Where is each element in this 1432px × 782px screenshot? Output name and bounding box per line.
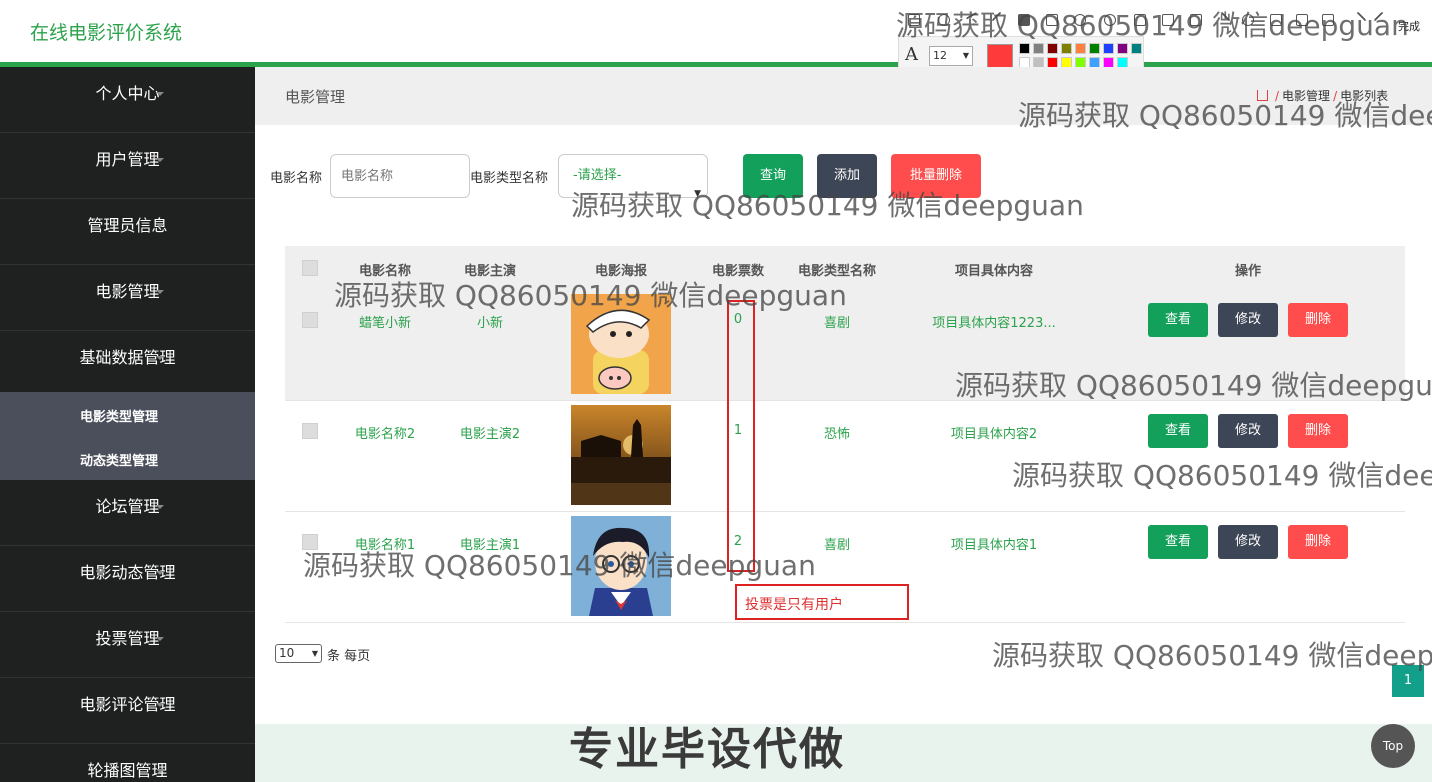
watermark: 源码获取 QQ86050149 微信deepguan [1018, 99, 1432, 132]
per-page-label: 条 每页 [327, 649, 371, 664]
watermark: 源码获取 QQ86050149 微信deepguan [334, 279, 847, 312]
sidebar-item-movie-news[interactable]: 电影动态管理 [0, 546, 255, 612]
sidebar: 个人中心 用户管理 管理员信息 电影管理 基础数据管理 电影类型管理 动态类型管… [0, 67, 255, 782]
sidebar-subitem-movie-types[interactable]: 电影类型管理 [80, 406, 158, 425]
chevron-down-icon [156, 290, 164, 294]
watermark: 源码获取 QQ86050149 微信deepguan [896, 9, 1409, 42]
annotation-text: 投票是只有用户 [745, 597, 843, 613]
color-swatch[interactable] [1075, 43, 1086, 54]
sidebar-item-movies[interactable]: 电影管理 [0, 265, 255, 331]
page-title: 电影管理 [285, 88, 346, 106]
footer-banner: 专业毕设代做 [569, 724, 845, 775]
row-checkbox[interactable] [302, 423, 318, 439]
movie-name-input[interactable] [330, 154, 470, 198]
back-to-top-button[interactable]: Top [1371, 724, 1415, 768]
sidebar-item-comments[interactable]: 电影评论管理 [0, 678, 255, 744]
color-swatch[interactable] [1047, 43, 1058, 54]
sidebar-item-profile[interactable]: 个人中心 [0, 67, 255, 133]
app-title: 在线电影评价系统 [30, 22, 183, 44]
chevron-down-icon [156, 505, 164, 509]
view-button[interactable]: 查看 [1148, 525, 1208, 559]
chevron-down-icon [156, 356, 164, 360]
view-button[interactable]: 查看 [1148, 414, 1208, 448]
edit-button[interactable]: 修改 [1218, 525, 1278, 559]
color-swatch[interactable] [1033, 43, 1044, 54]
sidebar-submenu: 电影类型管理 动态类型管理 [0, 392, 255, 480]
select-all-checkbox[interactable] [302, 260, 318, 276]
movie-type-cell: 恐怖 [823, 427, 850, 442]
delete-button[interactable]: 删除 [1288, 414, 1348, 448]
view-button[interactable]: 查看 [1148, 303, 1208, 337]
chevron-down-icon [156, 158, 164, 162]
sidebar-item-carousel[interactable]: 轮播图管理 [0, 744, 255, 782]
content-cell: 项目具体内容1 [950, 538, 1038, 553]
content-cell: 项目具体内容1223... [932, 316, 1056, 331]
column-header: 项目具体内容 [954, 264, 1033, 279]
edit-button[interactable]: 修改 [1218, 414, 1278, 448]
chevron-down-icon [156, 637, 164, 641]
watermark: 源码获取 QQ86050149 微信deepguan [1012, 459, 1432, 492]
movie-star-cell: 电影主演2 [459, 427, 521, 442]
movie-star-cell: 小新 [476, 316, 503, 331]
current-color[interactable] [987, 44, 1013, 68]
watermark: 源码获取 QQ86050149 微信deepguan [571, 189, 1084, 222]
movie-name-cell: 电影名称2 [354, 427, 416, 442]
content-cell: 项目具体内容2 [950, 427, 1038, 442]
movie-poster [571, 405, 671, 505]
row-checkbox[interactable] [302, 312, 318, 328]
column-header: 操作 [1234, 264, 1261, 279]
watermark: 源码获取 QQ86050149 微信deepguan [992, 639, 1432, 672]
delete-button[interactable]: 删除 [1288, 303, 1348, 337]
chevron-down-icon [156, 703, 164, 707]
color-swatch[interactable] [1117, 43, 1128, 54]
row-divider [285, 622, 1405, 623]
color-swatch[interactable] [1131, 43, 1142, 54]
watermark: 源码获取 QQ86050149 微信deepguan [955, 369, 1432, 402]
chevron-down-icon [156, 224, 164, 228]
page-size-select[interactable]: 10 ▼ [275, 644, 322, 663]
annotation-rectangle [727, 300, 755, 572]
color-swatch[interactable] [1103, 43, 1114, 54]
sidebar-item-votes[interactable]: 投票管理 [0, 612, 255, 678]
annotation-textbox[interactable]: 投票是只有用户 [735, 584, 909, 620]
sidebar-subitem-news-types[interactable]: 动态类型管理 [80, 450, 158, 469]
watermark: 源码获取 QQ86050149 微信deepguan [303, 549, 816, 582]
sidebar-item-base-data[interactable]: 基础数据管理 [0, 331, 255, 397]
main-content: 电影管理 /电影管理/电影列表 电影名称 电影类型名称 -请选择-▼ 查询 添加… [255, 67, 1432, 782]
sidebar-item-admins[interactable]: 管理员信息 [0, 199, 255, 265]
font-icon: A [905, 44, 918, 65]
movie-type-label: 电影类型名称 [470, 171, 549, 186]
color-swatch[interactable] [1089, 43, 1100, 54]
color-swatch[interactable] [1061, 43, 1072, 54]
movie-name-cell: 蜡笔小新 [358, 316, 411, 331]
chevron-down-icon [156, 571, 164, 575]
delete-button[interactable]: 删除 [1288, 525, 1348, 559]
color-swatch[interactable] [1019, 43, 1030, 54]
sidebar-item-users[interactable]: 用户管理 [0, 133, 255, 199]
chevron-down-icon [156, 769, 164, 773]
movie-type-cell: 喜剧 [823, 316, 850, 331]
row-divider [285, 511, 1405, 512]
movie-name-label: 电影名称 [270, 171, 323, 186]
sidebar-item-forum[interactable]: 论坛管理 [0, 480, 255, 546]
chevron-down-icon: ▼ [311, 649, 318, 658]
font-size-select[interactable]: 12 [929, 46, 973, 66]
chevron-down-icon [156, 92, 164, 96]
edit-button[interactable]: 修改 [1218, 303, 1278, 337]
